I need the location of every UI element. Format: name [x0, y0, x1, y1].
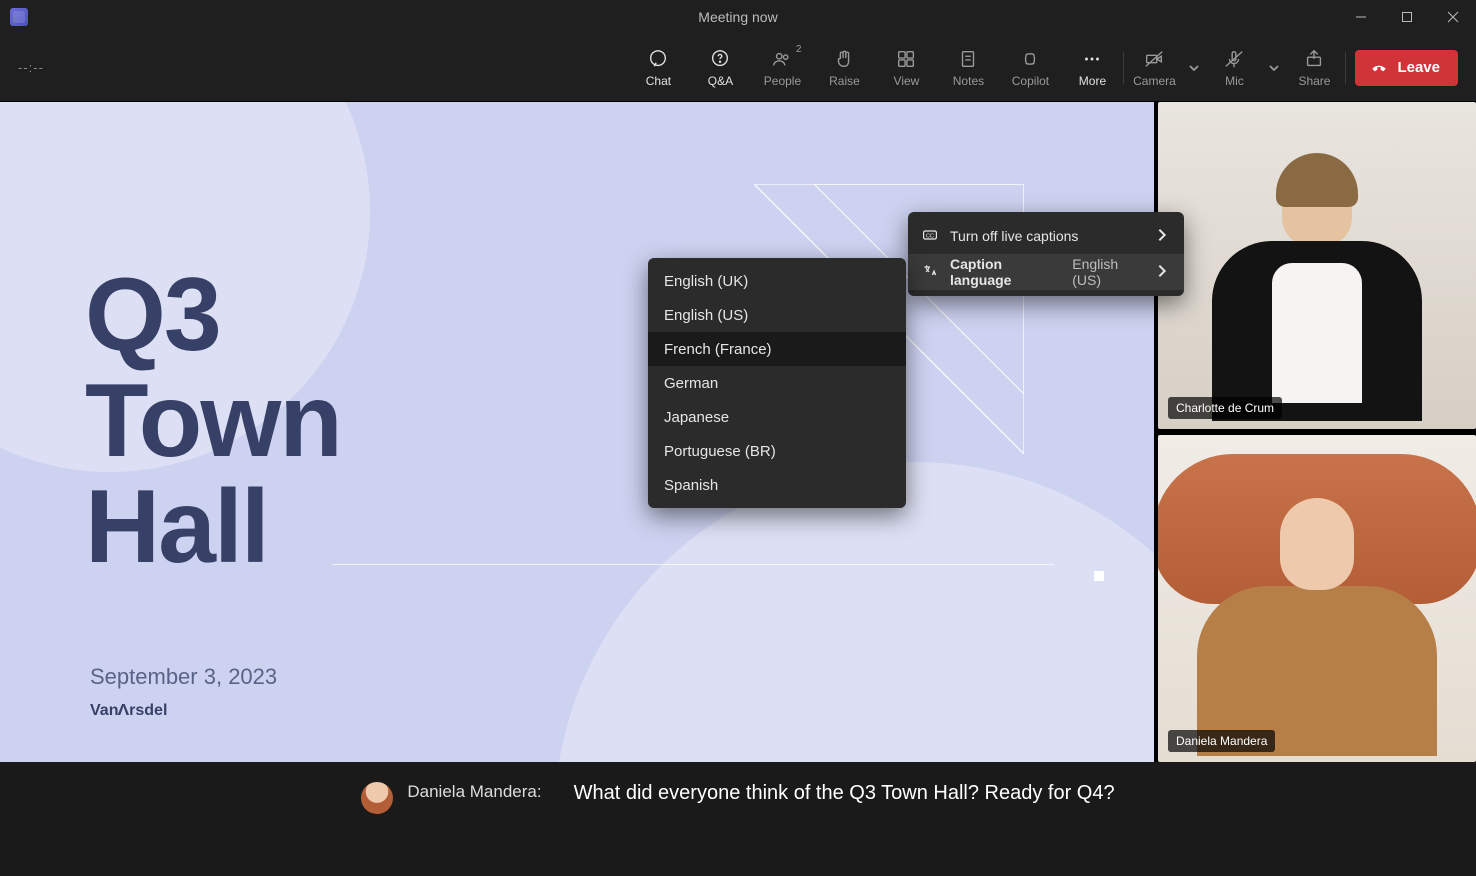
camera-chevron[interactable]	[1185, 62, 1203, 74]
raise-hand-icon	[833, 48, 855, 70]
chevron-right-icon	[1154, 227, 1170, 246]
chat-button[interactable]: Chat	[627, 38, 689, 98]
view-icon	[895, 48, 917, 70]
participant-name-tag: Charlotte de Crum	[1168, 397, 1282, 419]
language-list-menu: English (UK)English (US)French (France)G…	[648, 258, 906, 508]
notes-label: Notes	[953, 74, 984, 88]
slide-company-logo: VanɅrsdel	[90, 702, 167, 720]
slide-divider	[332, 564, 1054, 565]
qa-icon	[709, 48, 731, 70]
share-label: Share	[1298, 74, 1330, 88]
window-title: Meeting now	[698, 9, 777, 25]
leave-button[interactable]: Leave	[1355, 50, 1458, 86]
participant-avatar	[1197, 149, 1437, 429]
chevron-right-icon	[1154, 263, 1170, 282]
people-count: 2	[796, 44, 802, 55]
language-option[interactable]: English (UK)	[648, 264, 906, 298]
chat-icon	[647, 48, 669, 70]
participant-video-tile[interactable]: Charlotte de Crum	[1158, 102, 1476, 429]
svg-text:CC: CC	[926, 233, 934, 239]
participant-video-tile[interactable]: Daniela Mandera	[1158, 435, 1476, 762]
leave-icon	[1369, 58, 1389, 78]
copilot-icon	[1019, 48, 1041, 70]
people-button[interactable]: 2 People	[751, 38, 813, 98]
shared-presentation[interactable]: Q3 Town Hall September 3, 2023 VanɅrsdel	[0, 102, 1154, 762]
mic-button[interactable]: Mic	[1203, 38, 1265, 98]
language-option[interactable]: Japanese	[648, 400, 906, 434]
share-button[interactable]: Share	[1283, 38, 1345, 98]
caption-speaker-avatar	[361, 782, 393, 814]
participant-name-tag: Daniela Mandera	[1168, 730, 1275, 752]
teams-app-icon	[10, 8, 28, 26]
window-maximize-button[interactable]	[1384, 0, 1430, 34]
language-option[interactable]: Portuguese (BR)	[648, 434, 906, 468]
slide-title-line: Town	[85, 368, 341, 474]
camera-label: Camera	[1133, 74, 1176, 88]
qa-button[interactable]: Q&A	[689, 38, 751, 98]
raise-hand-button[interactable]: Raise	[813, 38, 875, 98]
people-icon	[771, 48, 793, 70]
raise-label: Raise	[829, 74, 860, 88]
view-button[interactable]: View	[875, 38, 937, 98]
caption-text: What did everyone think of the Q3 Town H…	[574, 782, 1115, 805]
window-minimize-button[interactable]	[1338, 0, 1384, 34]
menu-item-label: Caption language	[950, 256, 1054, 288]
live-caption-bar: Daniela Mandera: What did everyone think…	[0, 762, 1476, 876]
copilot-button[interactable]: Copilot	[999, 38, 1061, 98]
mic-icon	[1223, 48, 1245, 70]
share-icon	[1303, 48, 1325, 70]
participant-avatar	[1187, 472, 1447, 762]
slide-date: September 3, 2023	[90, 664, 277, 690]
slide-title: Q3 Town Hall	[85, 262, 341, 580]
language-option[interactable]: French (France)	[648, 332, 906, 366]
slide-title-line: Q3	[85, 262, 341, 368]
copilot-label: Copilot	[1012, 74, 1049, 88]
turn-off-captions-item[interactable]: CC Turn off live captions	[908, 218, 1184, 254]
more-button[interactable]: More	[1061, 38, 1123, 98]
language-option[interactable]: English (US)	[648, 298, 906, 332]
more-label: More	[1079, 74, 1106, 88]
window-close-button[interactable]	[1430, 0, 1476, 34]
view-label: View	[894, 74, 920, 88]
slide-decor-square	[1094, 571, 1104, 581]
caption-settings-menu: CC Turn off live captions Caption langua…	[908, 212, 1184, 296]
meeting-timer: --:--	[18, 60, 44, 75]
chat-label: Chat	[646, 74, 671, 88]
camera-icon	[1143, 48, 1165, 70]
notes-icon	[957, 48, 979, 70]
cc-icon: CC	[922, 227, 938, 246]
people-label: People	[764, 74, 801, 88]
qa-label: Q&A	[708, 74, 733, 88]
translate-icon	[922, 263, 938, 282]
more-icon	[1081, 48, 1103, 70]
slide-title-line: Hall	[85, 474, 341, 580]
participant-video-panel: Charlotte de Crum Daniela Mandera	[1154, 102, 1476, 762]
title-bar: Meeting now	[0, 0, 1476, 34]
caption-language-value: English (US)	[1072, 256, 1142, 288]
notes-button[interactable]: Notes	[937, 38, 999, 98]
menu-item-label: Turn off live captions	[950, 228, 1078, 244]
leave-label: Leave	[1397, 59, 1440, 76]
language-option[interactable]: Spanish	[648, 468, 906, 502]
mic-label: Mic	[1225, 74, 1244, 88]
mic-chevron[interactable]	[1265, 62, 1283, 74]
meeting-toolbar: --:-- Chat Q&A 2 People Raise View Notes	[0, 34, 1476, 102]
camera-button[interactable]: Camera	[1123, 38, 1185, 98]
meeting-stage: Q3 Town Hall September 3, 2023 VanɅrsdel…	[0, 102, 1476, 762]
caption-speaker-name: Daniela Mandera:	[407, 782, 541, 802]
language-option[interactable]: German	[648, 366, 906, 400]
caption-language-item[interactable]: Caption language English (US)	[908, 254, 1184, 290]
